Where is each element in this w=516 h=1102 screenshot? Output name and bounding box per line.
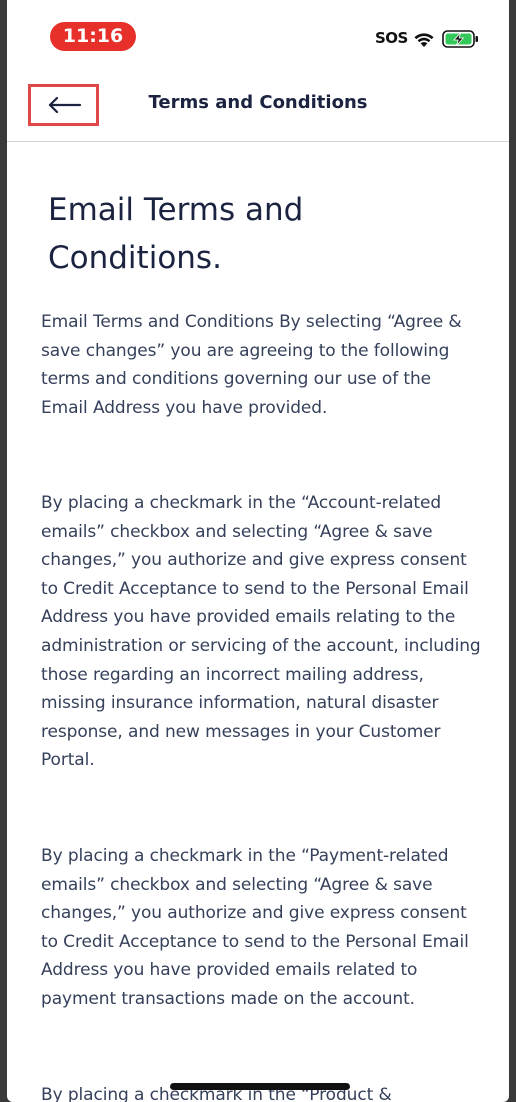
page-title: Email Terms and Conditions. (48, 192, 304, 276)
battery-charging-icon (442, 30, 478, 48)
terms-paragraph: Email Terms and Conditions By selecting … (41, 312, 462, 418)
app-header: Terms and Conditions (7, 70, 509, 142)
status-time: 11:16 (50, 22, 136, 51)
terms-paragraph: By placing a checkmark in the “Payment-r… (41, 846, 469, 1009)
sos-indicator: SOS (375, 29, 408, 47)
screen: 11:16 SOS Terms and Conditions Email Ter… (7, 0, 509, 1102)
back-button[interactable] (28, 84, 99, 126)
terms-content[interactable]: Email Terms and Conditions. Email Terms … (7, 142, 509, 1102)
device-frame: 11:16 SOS Terms and Conditions Email Ter… (0, 0, 516, 1102)
arrow-left-icon (48, 97, 82, 113)
page-header-title: Terms and Conditions (148, 92, 368, 113)
terms-paragraph: By placing a checkmark in the “Account-r… (41, 493, 481, 771)
status-bar: 11:16 SOS (7, 0, 509, 70)
home-indicator[interactable] (170, 1083, 350, 1090)
wifi-icon (414, 33, 434, 47)
